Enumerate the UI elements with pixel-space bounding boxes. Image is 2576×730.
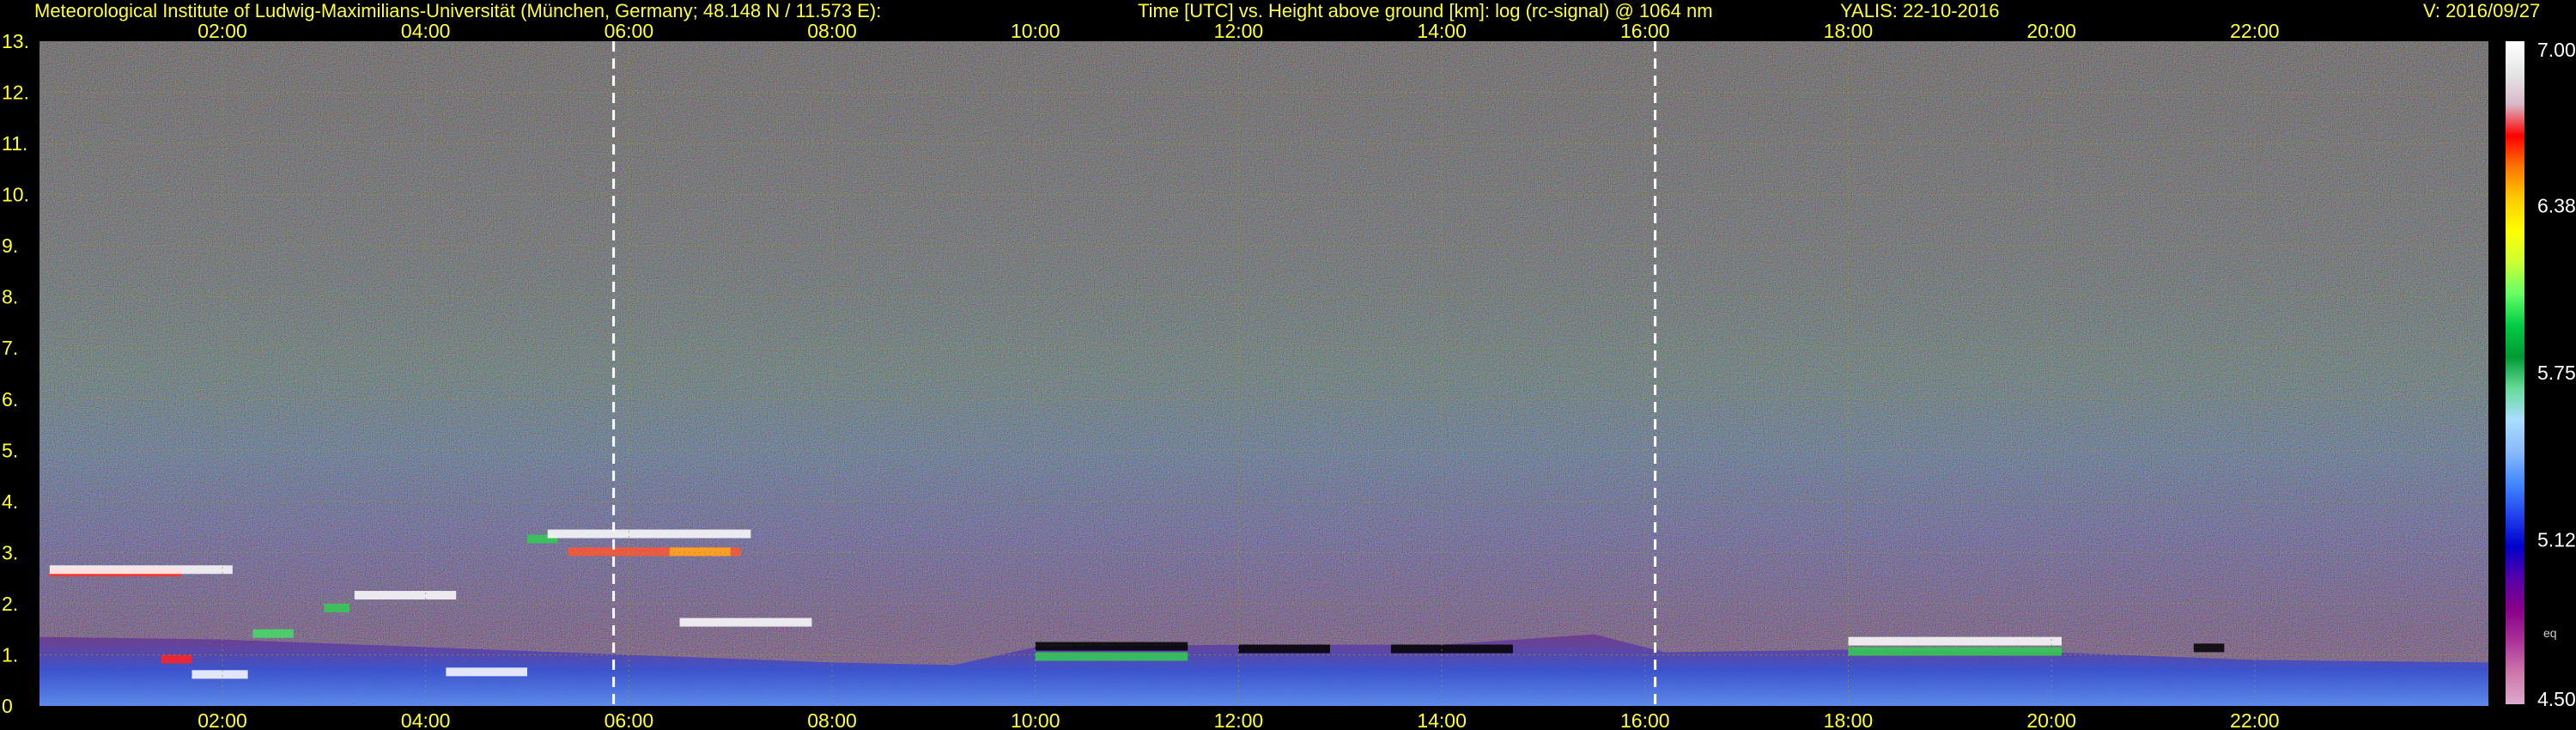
colorbar-note: eq [2543,626,2557,640]
x-tick-label: 06:00 [605,709,654,730]
colorbar: 7.00 6.38 5.75 5.12 4.50 eq [2506,39,2576,710]
heatmap-chart: 02:00 04:00 06:00 08:00 10:00 12:00 14:00 16:00… [2,20,2576,730]
x-tick-label: 20:00 [2026,20,2076,42]
cloud-feature [191,670,248,679]
cloud-feature [2193,643,2225,653]
cloud-feature [49,565,233,575]
y-tick-label: 7. [2,337,18,359]
x-axis-bottom: 02:00 04:00 06:00 08:00 10:00 12:00 14:00 16:00… [197,709,2279,730]
x-tick-label: 20:00 [2026,709,2076,730]
x-tick-label: 12:00 [1214,20,1264,42]
plot-area [39,41,2488,706]
cloud-feature [1035,652,1188,661]
y-tick-label: 5. [2,439,18,461]
cloud-feature [1238,644,1330,654]
cloud-feature [547,529,751,538]
cloud-feature [252,629,294,638]
colorbar-tick-label: 7.00 [2537,39,2576,61]
y-tick-label: 3. [2,541,18,563]
x-tick-label: 02:00 [197,709,247,730]
y-tick-label: 12. [2,82,29,104]
colorbar-tick-label: 4.50 [2537,688,2576,710]
y-tick-label: 2. [2,593,18,615]
x-tick-label: 04:00 [401,20,451,42]
y-tick-label: 13. [2,30,29,52]
x-tick-label: 02:00 [197,20,247,42]
x-tick-label: 12:00 [1214,709,1264,730]
cloud-feature [446,667,528,677]
colorbar-tick-label: 5.12 [2537,529,2576,551]
cloud-feature [161,654,192,664]
x-tick-label: 10:00 [1011,709,1060,730]
x-tick-label: 08:00 [807,709,857,730]
x-tick-label: 08:00 [807,20,857,42]
y-axis: 0 1. 2. 3. 4. 5. 6. 7. 8. 9. 10. 11. 12. 13. [2,30,29,717]
y-tick-label: 1. [2,643,18,666]
y-tick-label: 6. [2,388,18,411]
cloud-feature [1035,642,1188,651]
x-tick-label: 10:00 [1011,20,1060,42]
x-tick-label: 06:00 [605,20,654,42]
signal-noise-texture [39,41,2488,706]
x-tick-label: 16:00 [1620,709,1670,730]
lidar-quicklook: Meteorological Institute of Ludwig-Maxim… [0,0,2576,730]
x-tick-label: 18:00 [1824,709,1874,730]
x-tick-label: 04:00 [401,709,451,730]
cloud-feature [669,547,731,557]
colorbar-scale [2506,41,2524,704]
y-tick-label: 10. [2,184,29,206]
y-tick-label: 4. [2,490,18,513]
x-tick-label: 18:00 [1824,20,1874,42]
cloud-feature [324,603,349,612]
x-tick-label: 22:00 [2230,20,2280,42]
cloud-feature [1848,636,2062,646]
x-tick-label: 22:00 [2230,709,2280,730]
y-tick-label: 0 [2,695,13,717]
cloud-feature [354,591,457,600]
x-tick-label: 14:00 [1417,20,1467,42]
colorbar-tick-label: 6.38 [2537,194,2576,216]
x-tick-label: 16:00 [1620,20,1670,42]
y-tick-label: 8. [2,286,18,308]
x-axis-top: 02:00 04:00 06:00 08:00 10:00 12:00 14:00 16:00… [197,20,2279,42]
cloud-feature [1390,644,1513,654]
cloud-feature [679,617,812,627]
x-tick-label: 14:00 [1417,709,1467,730]
colorbar-tick-label: 5.75 [2537,362,2576,384]
y-tick-label: 11. [2,132,27,155]
y-tick-label: 9. [2,234,18,257]
